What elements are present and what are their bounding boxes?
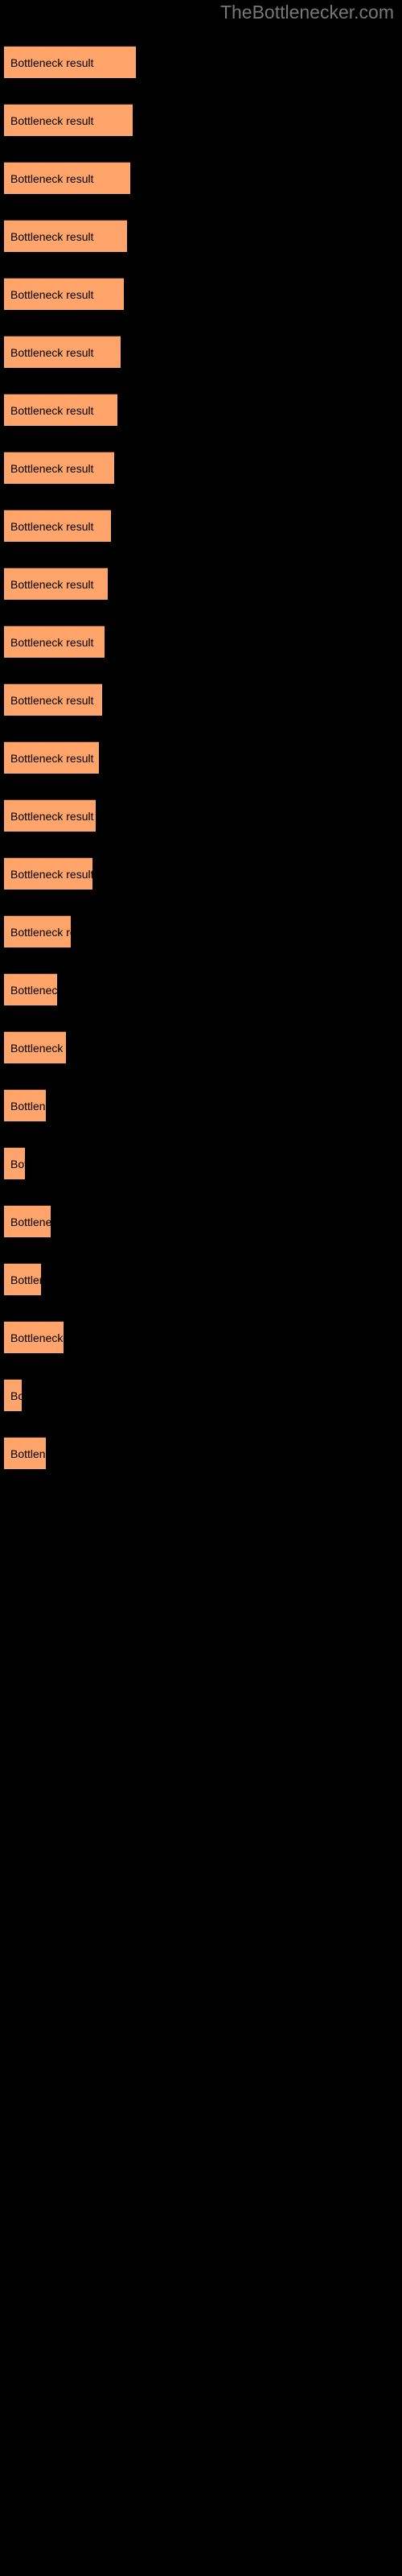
- bar[interactable]: Bottleneck result: [4, 973, 57, 1005]
- bar-label: Bottleneck result: [10, 404, 94, 417]
- bar-label: Bottleneck result: [10, 1274, 41, 1286]
- bar-label: Bottleneck result: [10, 520, 94, 533]
- bar-label: Bottleneck result: [10, 346, 94, 359]
- bar[interactable]: Bottleneck result: [4, 220, 127, 252]
- bar-label: Bottleneck result: [10, 1216, 51, 1228]
- bar-label: Bottleneck result: [10, 288, 94, 301]
- bar-label: Bottleneck result: [10, 984, 57, 997]
- bar-label: Bottleneck result: [10, 1389, 22, 1402]
- bar[interactable]: Bottleneck result: [4, 915, 71, 947]
- bar-label: Bottleneck result: [10, 1042, 66, 1055]
- bar[interactable]: Bottleneck result: [4, 857, 92, 890]
- bar[interactable]: Bottleneck result: [4, 568, 108, 600]
- bar-label: Bottleneck result: [10, 868, 92, 881]
- bottleneck-chart-page: TheBottlenecker.com Bottleneck result Bot…: [0, 0, 402, 2576]
- bar-label: Bottleneck result: [10, 1331, 64, 1344]
- bar-label: Bottleneck result: [10, 462, 94, 475]
- bar[interactable]: Bottleneck result: [4, 278, 124, 310]
- bar[interactable]: Bottleneck result: [4, 1263, 41, 1295]
- bar-label: Bottleneck result: [10, 926, 71, 939]
- bar[interactable]: Bottleneck result: [4, 683, 102, 716]
- bar[interactable]: Bottleneck result: [4, 104, 133, 136]
- bar[interactable]: Bottleneck result: [4, 625, 105, 658]
- bar-chart: Bottleneck result Bottleneck result Bottle…: [0, 0, 402, 2576]
- bar[interactable]: Bottleneck result: [4, 510, 111, 542]
- bar[interactable]: Bottleneck result: [4, 452, 114, 484]
- bar[interactable]: Bottleneck result: [4, 1147, 25, 1179]
- bar[interactable]: Bottleneck result: [4, 46, 136, 78]
- bar-label: Bottleneck result: [10, 1100, 46, 1113]
- bar-label: Bottleneck result: [10, 752, 94, 765]
- bar[interactable]: Bottleneck result: [4, 1205, 51, 1237]
- bar-label: Bottleneck result: [10, 810, 94, 823]
- bar[interactable]: Bottleneck result: [4, 1379, 22, 1411]
- bar[interactable]: Bottleneck result: [4, 1031, 66, 1063]
- bar-label: Bottleneck result: [10, 230, 94, 243]
- bar[interactable]: Bottleneck result: [4, 336, 121, 368]
- bar-label: Bottleneck result: [10, 578, 94, 591]
- bar[interactable]: Bottleneck result: [4, 1089, 46, 1121]
- bar[interactable]: Bottleneck result: [4, 1321, 64, 1353]
- bar[interactable]: Bottleneck result: [4, 162, 130, 194]
- bar[interactable]: Bottleneck result: [4, 741, 99, 774]
- bar-label: Bottleneck result: [10, 694, 94, 707]
- bar-label: Bottleneck result: [10, 56, 94, 69]
- bar-label: Bottleneck result: [10, 1447, 46, 1460]
- bar[interactable]: Bottleneck result: [4, 1437, 46, 1469]
- bar[interactable]: Bottleneck result: [4, 799, 96, 832]
- bar[interactable]: Bottleneck result: [4, 394, 117, 426]
- bar-label: Bottleneck result: [10, 636, 94, 649]
- bar-label: Bottleneck result: [10, 1158, 25, 1170]
- bar-label: Bottleneck result: [10, 172, 94, 185]
- bar-label: Bottleneck result: [10, 114, 94, 127]
